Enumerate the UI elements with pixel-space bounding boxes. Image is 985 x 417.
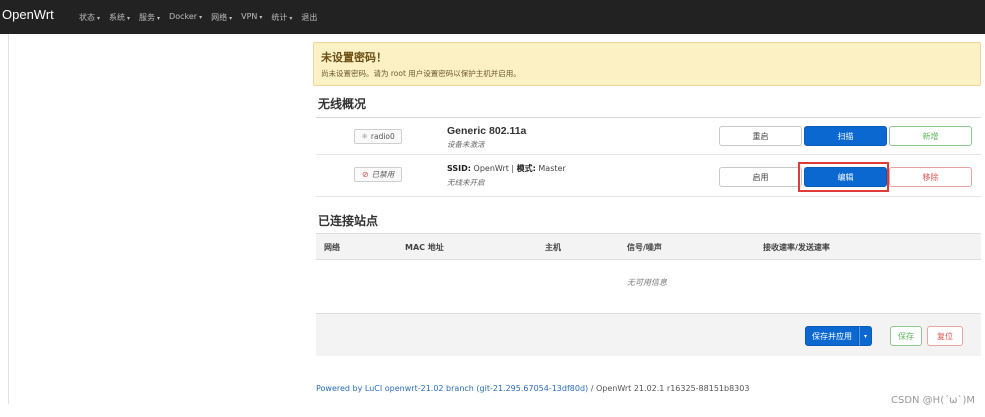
wifi-icon: ✳ [361, 132, 368, 141]
menu-docker-label: Docker [169, 12, 198, 21]
stations-table: 网络 MAC 地址 主机 信号/噪声 接收速率/发送速率 无可用信息 [316, 233, 981, 310]
column-rate: 接收速率/发送速率 [763, 243, 830, 252]
chevron-down-icon: ▾ [259, 14, 263, 21]
version-text: / OpenWrt 21.02.1 r16325-88151b8303 [590, 384, 750, 393]
reset-button[interactable]: 复位 [927, 326, 963, 346]
alert-title: 未设置密码！ [321, 51, 387, 64]
chevron-down-icon[interactable]: ▾ [859, 326, 872, 346]
add-network-button[interactable]: 新增 [889, 126, 972, 146]
mode-label: 模式: [516, 164, 536, 173]
column-mac: MAC 地址 [405, 243, 444, 252]
connected-stations-title: 已连接站点 [318, 214, 379, 228]
menu-logout-label: 退出 [301, 13, 318, 22]
brand-logo[interactable]: OpenWrt [2, 7, 54, 22]
footer: Powered by LuCI openwrt-21.02 branch (gi… [316, 384, 749, 393]
radio-badge-label: radio0 [370, 132, 395, 141]
main-menu: 状态 ▾ 系统 ▾ 服务 ▾ Docker ▾ 网络 ▾ VPN ▾ 统计 ▾ 退出 [79, 12, 326, 23]
column-host: 主机 [545, 243, 561, 252]
menu-docker[interactable]: Docker ▾ [169, 12, 202, 23]
alert-message: 尚未设置密码。请为 root 用户设置密码以保护主机并启用。 [321, 69, 521, 78]
enable-button[interactable]: 启用 [719, 167, 802, 187]
menu-system[interactable]: 系统 ▾ [109, 12, 130, 23]
save-apply-group: 保存并应用 ▾ [805, 326, 872, 346]
menu-vpn[interactable]: VPN ▾ [241, 12, 262, 23]
watermark: CSDN @H(ˊωˋ)M [890, 395, 975, 406]
menu-network[interactable]: 网络 ▾ [211, 12, 232, 23]
mode-value: Master [538, 164, 566, 173]
top-navbar: OpenWrt 状态 ▾ 系统 ▾ 服务 ▾ Docker ▾ 网络 ▾ VPN ▾ 统计 ▾… [0, 0, 985, 34]
radio-name: Generic 802.11a [447, 125, 527, 137]
menu-services[interactable]: 服务 ▾ [139, 12, 160, 23]
disabled-icon: ⊘ [361, 170, 369, 179]
radio-status: 设备未激活 [447, 140, 485, 149]
stations-empty-row: 无可用信息 [316, 260, 981, 310]
menu-statistics-label: 统计 [271, 13, 288, 22]
column-network: 网络 [324, 243, 340, 252]
chevron-down-icon: ▾ [289, 15, 293, 22]
menu-status[interactable]: 状态 ▾ [79, 12, 100, 23]
wireless-overview-title: 无线概况 [318, 97, 367, 111]
luci-link[interactable]: Powered by LuCI openwrt-21.02 branch (gi… [316, 384, 588, 393]
left-border [8, 34, 9, 404]
save-apply-button[interactable]: 保存并应用 [805, 326, 859, 346]
chevron-down-icon: ▾ [199, 14, 203, 21]
remove-button[interactable]: 移除 [889, 167, 972, 187]
menu-logout[interactable]: 退出 [301, 12, 317, 23]
radio-badge: ✳ radio0 [354, 129, 402, 144]
form-actions: 保存并应用 ▾ 保存 复位 [316, 313, 981, 356]
network-status: 无线未开启 [447, 178, 485, 187]
chevron-down-icon: ▾ [229, 15, 233, 22]
menu-vpn-label: VPN [241, 12, 258, 21]
password-alert: 未设置密码！ 尚未设置密码。请为 root 用户设置密码以保护主机并启用。 [313, 42, 981, 86]
ssid-label: SSID: [447, 164, 471, 173]
column-signal: 信号/噪声 [627, 243, 662, 252]
network-badge-label: 已禁用 [371, 170, 395, 179]
save-button[interactable]: 保存 [890, 326, 922, 346]
network-badge: ⊘ 已禁用 [354, 167, 402, 182]
menu-services-label: 服务 [139, 13, 156, 22]
ssid-line: SSID: OpenWrt | 模式: Master [447, 164, 566, 173]
restart-button[interactable]: 重启 [719, 126, 802, 146]
menu-statistics[interactable]: 统计 ▾ [271, 12, 292, 23]
ssid-value: OpenWrt [473, 164, 509, 173]
scan-button[interactable]: 扫描 [804, 126, 887, 146]
radio-row: ✳ radio0 Generic 802.11a 设备未激活 重启 扫描 新增 [316, 118, 981, 155]
chevron-down-icon: ▾ [157, 15, 161, 22]
edit-button-highlight [798, 162, 889, 192]
menu-system-label: 系统 [109, 13, 126, 22]
chevron-down-icon: ▾ [97, 15, 101, 22]
chevron-down-icon: ▾ [127, 15, 131, 22]
menu-network-label: 网络 [211, 13, 228, 22]
empty-message: 无可用信息 [627, 278, 667, 287]
stations-header: 网络 MAC 地址 主机 信号/噪声 接收速率/发送速率 [316, 233, 981, 260]
menu-status-label: 状态 [79, 13, 95, 22]
